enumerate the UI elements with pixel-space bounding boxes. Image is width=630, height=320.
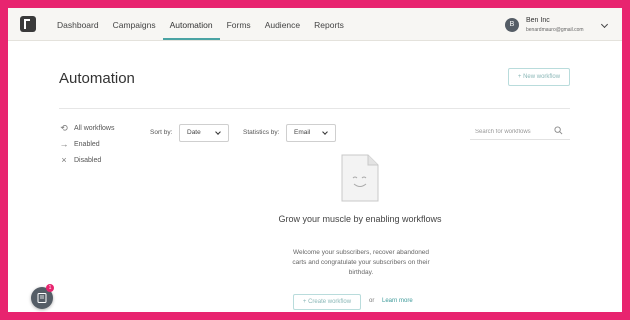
chevron-down-icon[interactable] xyxy=(600,20,609,29)
arrow-right-icon: → xyxy=(59,139,69,149)
filter-disabled[interactable]: × Disabled xyxy=(59,153,101,167)
nav-dashboard[interactable]: Dashboard xyxy=(50,8,106,40)
logo-glyph-icon xyxy=(24,19,30,29)
filter-enabled[interactable]: → Enabled xyxy=(59,137,100,151)
nav-reports[interactable]: Reports xyxy=(307,8,351,40)
top-navigation-bar: Dashboard Campaigns Automation Forms Aud… xyxy=(8,8,622,41)
search-icon[interactable] xyxy=(554,126,563,135)
sort-by-label: Sort by: xyxy=(150,129,173,136)
empty-state-title: Grow your muscle by enabling workflows xyxy=(278,214,442,224)
sort-select-value: Date xyxy=(187,129,201,136)
statistics-select-value: Email xyxy=(294,129,311,136)
notification-badge: 1 xyxy=(46,284,54,292)
main-nav: Dashboard Campaigns Automation Forms Aud… xyxy=(50,8,351,40)
refresh-icon: ⟲ xyxy=(60,122,68,133)
chat-icon xyxy=(37,293,47,303)
chevron-down-icon xyxy=(215,129,221,135)
learn-more-link[interactable]: Learn more xyxy=(382,298,413,304)
filter-label: All workflows xyxy=(74,124,115,132)
create-workflow-button[interactable]: + Create workflow xyxy=(293,294,361,310)
divider xyxy=(59,108,570,109)
filter-label: Disabled xyxy=(74,156,102,164)
nav-automation[interactable]: Automation xyxy=(162,8,220,40)
nav-forms[interactable]: Forms xyxy=(220,8,258,40)
x-icon: × xyxy=(61,155,67,165)
statistics-select[interactable]: Email xyxy=(286,124,336,142)
avatar[interactable]: B xyxy=(505,18,519,32)
page-title: Automation xyxy=(59,70,135,87)
filter-label: Enabled xyxy=(74,140,100,148)
chevron-down-icon xyxy=(322,129,328,135)
nav-campaigns[interactable]: Campaigns xyxy=(106,8,163,40)
account-name[interactable]: Ben Inc xyxy=(526,17,550,24)
filter-all-workflows[interactable]: ⟲ All workflows xyxy=(59,121,114,135)
app-logo[interactable] xyxy=(20,16,36,32)
empty-state-description: Welcome your subscribers, recover abando… xyxy=(292,249,430,276)
statistics-by-label: Statistics by: xyxy=(243,129,280,136)
account-email: benardmauro@gmail.com xyxy=(526,27,584,33)
new-workflow-button[interactable]: + New workflow xyxy=(508,68,570,86)
nav-audience[interactable]: Audience xyxy=(258,8,307,40)
app-window: Dashboard Campaigns Automation Forms Aud… xyxy=(8,8,622,312)
sort-select[interactable]: Date xyxy=(179,124,229,142)
or-text: or xyxy=(369,298,375,304)
document-smile-icon xyxy=(341,154,379,202)
